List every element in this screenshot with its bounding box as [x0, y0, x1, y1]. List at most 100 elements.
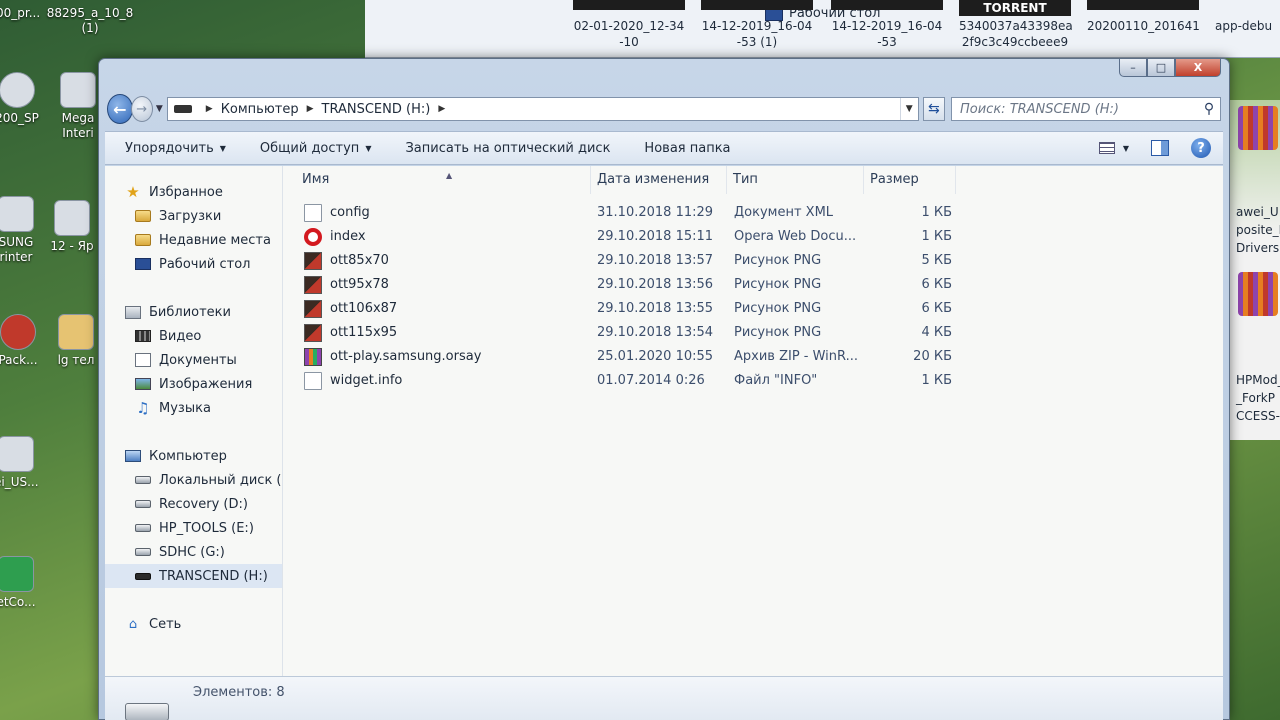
nav-item-label: SDHC (G:) [159, 544, 225, 560]
chevron-down-icon: ▼ [365, 143, 372, 153]
file-name: ott-play.samsung.orsay [330, 349, 482, 364]
column-header-date[interactable]: Дата изменения [591, 166, 727, 194]
desktop-label: awei_U [1236, 205, 1279, 219]
desktop-icon[interactable]: 12 - Яр [46, 200, 98, 254]
usb-drive-icon [135, 572, 151, 580]
breadcrumb-transcend[interactable]: TRANSCEND (H:) [322, 102, 431, 117]
nav-item-desktop[interactable]: Рабочий стол [105, 252, 282, 276]
nav-item-drive-g[interactable]: SDHC (G:) [105, 540, 282, 564]
organize-label: Упорядочить [125, 140, 214, 156]
burn-button[interactable]: Записать на оптический диск [405, 141, 610, 156]
nav-item-drive-e[interactable]: HP_TOOLS (E:) [105, 516, 282, 540]
file-row[interactable]: widget.info 01.07.2014 0:26 Файл "INFO" … [284, 369, 1064, 393]
file-date: 29.10.2018 15:11 [597, 229, 714, 244]
nav-libraries[interactable]: Библиотеки [105, 300, 282, 324]
bg-thumbnail[interactable]: 20200110_201641 [1087, 0, 1200, 34]
file-row[interactable]: ott95x78 29.10.2018 13:56 Рисунок PNG 6 … [284, 273, 1064, 297]
file-row[interactable]: ott-play.samsung.orsay 25.01.2020 10:55 … [284, 345, 1064, 369]
nav-item-videos[interactable]: Видео [105, 324, 282, 348]
nav-item-drive-h[interactable]: TRANSCEND (H:) [105, 564, 282, 588]
close-button[interactable]: X [1175, 59, 1221, 77]
video-library-icon [135, 330, 151, 342]
address-bar[interactable]: ▶ Компьютер ▶ TRANSCEND (H:) ▶ ▼ [166, 97, 919, 121]
bg-thumbnail[interactable]: 02-01-2020_12-34 -10 [573, 0, 685, 50]
nav-favorites[interactable]: ★ Избранное [105, 180, 282, 204]
file-size: 6 КБ [921, 301, 952, 316]
thumbnail-label: 20200110_201641 [1087, 19, 1200, 33]
winrar-icon[interactable] [1238, 106, 1278, 150]
file-icon [0, 436, 34, 472]
file-row[interactable]: ott85x70 29.10.2018 13:57 Рисунок PNG 5 … [284, 249, 1064, 273]
column-label: Имя [302, 172, 330, 187]
breadcrumb-chevron-icon[interactable]: ▶ [438, 104, 445, 114]
file-size: 6 КБ [921, 277, 952, 292]
column-header-name[interactable]: Имя ▲ [296, 166, 591, 194]
nav-item-music[interactable]: ♫ Музыка [105, 396, 282, 420]
change-view-button[interactable]: ▼ [1098, 142, 1129, 154]
desktop-icon[interactable]: 00_pr... [0, 6, 40, 21]
nav-item-label: Документы [159, 352, 237, 368]
forward-button[interactable]: → [130, 96, 153, 122]
background-window[interactable]: Рабочий стол 02-01-2020_12-34 -10 14-12-… [365, 0, 1280, 58]
breadcrumb-chevron-icon[interactable]: ▶ [206, 104, 213, 114]
app-icon [0, 314, 36, 350]
refresh-button[interactable]: ⇆ [922, 97, 945, 121]
breadcrumb-chevron-icon[interactable]: ▶ [307, 104, 314, 114]
address-dropdown-icon[interactable]: ▼ [899, 98, 918, 120]
organize-button[interactable]: Упорядочить ▼ [125, 141, 226, 156]
file-row[interactable]: index 29.10.2018 15:11 Opera Web Docu...… [284, 225, 1064, 249]
maximize-button[interactable]: □ [1147, 59, 1175, 77]
file-list[interactable]: Имя ▲ Дата изменения Тип Размер config 3… [284, 166, 1223, 676]
search-box[interactable]: Поиск: TRANSCEND (H:) ⚲ [951, 97, 1221, 121]
thumbnail-image [701, 0, 813, 10]
file-date: 29.10.2018 13:55 [597, 301, 714, 316]
breadcrumb-computer[interactable]: Компьютер [221, 102, 299, 117]
pictures-library-icon [135, 378, 151, 390]
desktop-icon[interactable]: ei_US... [0, 436, 39, 490]
desktop-icon[interactable]: Mega Interi [54, 72, 102, 141]
share-button[interactable]: Общий доступ ▼ [260, 141, 372, 156]
nav-item-recent-places[interactable]: Недавние места [105, 228, 282, 252]
nav-item-label: Видео [159, 328, 202, 344]
nav-item-pictures[interactable]: Изображения [105, 372, 282, 396]
file-row[interactable]: ott106x87 29.10.2018 13:55 Рисунок PNG 6… [284, 297, 1064, 321]
desktop-icon[interactable]: 88295_a_10_8 (1) [40, 6, 140, 36]
column-header-size[interactable]: Размер [864, 166, 956, 194]
desktop-icon[interactable]: 200_SP [0, 72, 44, 126]
file-row[interactable]: ott115x95 29.10.2018 13:54 Рисунок PNG 4… [284, 321, 1064, 345]
search-icon[interactable]: ⚲ [1198, 101, 1220, 117]
bg-thumbnail[interactable]: 14-12-2019_16-04 -53 [831, 0, 943, 50]
documents-library-icon [135, 353, 151, 367]
explorer-window[interactable]: – □ X ← → ▼ ▶ Компьютер ▶ TRANSCEND (H:)… [98, 58, 1230, 720]
nav-item-downloads[interactable]: Загрузки [105, 204, 282, 228]
back-button[interactable]: ← [107, 94, 133, 124]
file-row[interactable]: config 31.10.2018 11:29 Документ XML 1 К… [284, 201, 1064, 225]
help-icon[interactable]: ? [1191, 138, 1211, 158]
nav-item-drive-d[interactable]: Recovery (D:) [105, 492, 282, 516]
desktop-icon[interactable]: etCo... [0, 556, 38, 610]
bg-thumbnail[interactable]: TORRENT 5340037a43398ea 2f9c3c49ccbeee9 [959, 0, 1073, 50]
new-folder-button[interactable]: Новая папка [644, 141, 730, 156]
nav-computer[interactable]: Компьютер [105, 444, 282, 468]
nav-item-label: Недавние места [159, 232, 271, 248]
desktop-icon[interactable]: lg тел [54, 314, 98, 368]
minimize-button[interactable]: – [1119, 59, 1147, 77]
desktop-icon[interactable]: Pack... [0, 314, 40, 368]
thumbnail-label: app-debu [1215, 19, 1273, 33]
bg-thumbnail[interactable]: 14-12-2019_16-04 -53 (1) [701, 0, 813, 50]
navigation-pane[interactable]: ★ Избранное Загрузки Недавние места Рабо… [105, 166, 283, 676]
nav-item-drive-c[interactable]: Локальный диск (C [105, 468, 282, 492]
bg-thumbnail[interactable]: app-debu [1215, 0, 1280, 34]
desktop-icon-label: 88295_a_10_8 (1) [46, 6, 134, 35]
history-dropdown-icon[interactable]: ▼ [156, 104, 163, 114]
preview-pane-icon[interactable] [1151, 140, 1169, 156]
nav-item-documents[interactable]: Документы [105, 348, 282, 372]
thumbnail-label: 02-01-2020_12-34 -10 [573, 19, 685, 49]
nav-network[interactable]: ⌂ Сеть [105, 612, 282, 636]
nav-group-label: Компьютер [149, 448, 227, 464]
winrar-icon[interactable] [1238, 272, 1278, 316]
star-icon: ★ [126, 183, 140, 201]
column-header-type[interactable]: Тип [727, 166, 864, 194]
search-input[interactable]: Поиск: TRANSCEND (H:) [960, 102, 1119, 117]
desktop-icon[interactable]: SUNG rinter [0, 196, 38, 265]
